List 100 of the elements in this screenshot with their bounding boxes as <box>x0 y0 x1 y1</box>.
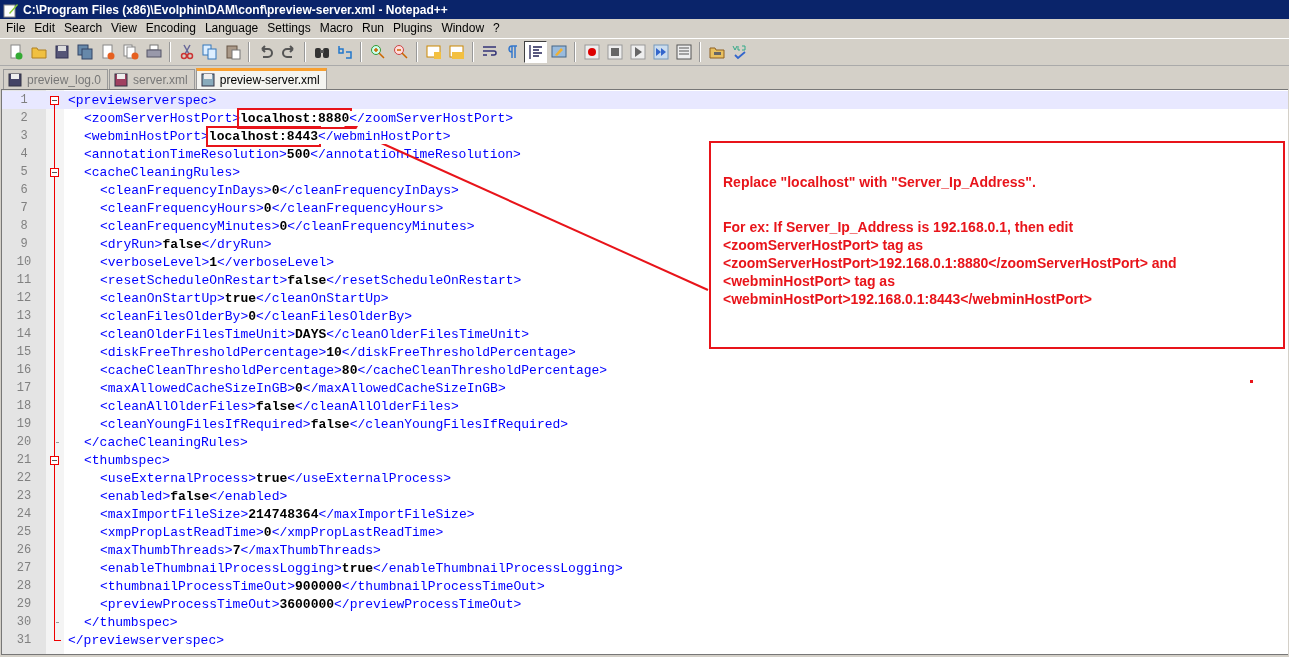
line-number: 15 <box>15 344 33 361</box>
xml-close-tag: </cleanOlderFilesTimeUnit> <box>326 326 530 342</box>
grid-icon <box>675 44 692 60</box>
xml-close-tag: </cleanAllOlderFiles> <box>295 398 459 414</box>
xml-close-tag: </thumbspec> <box>84 614 178 630</box>
xml-value: 0 <box>248 308 257 324</box>
fold-end-tick <box>56 442 59 443</box>
xml-value: 0 <box>263 524 272 540</box>
xml-close-tag: </cleanYoungFilesIfRequired> <box>349 416 569 432</box>
record-icon <box>583 44 600 60</box>
xml-open-tag: <maxImportFileSize> <box>100 506 249 522</box>
xml-close-tag: </cacheCleanThresholdPercentage> <box>357 362 608 378</box>
xml-value: DAYS <box>295 326 327 342</box>
line-number: 21 <box>15 452 33 469</box>
copy-icon <box>201 44 218 60</box>
xml-open-tag: <cacheCleanThresholdPercentage> <box>100 362 342 378</box>
line-number: 4 <box>19 146 29 163</box>
xml-close-tag: </enableThumbnailProcessLogging> <box>373 560 623 576</box>
xml-close-tag: </previewserverspec> <box>68 632 225 648</box>
menu-item[interactable]: Edit <box>30 21 61 35</box>
xml-open-tag: <maxAllowedCacheSizeInGB> <box>100 380 296 396</box>
line-number: 28 <box>15 578 33 595</box>
menu-item[interactable]: Settings <box>263 21 316 35</box>
menu-item[interactable]: Macro <box>315 21 358 35</box>
menu-item[interactable]: Language <box>200 21 264 35</box>
line-number: 11 <box>15 272 33 289</box>
menu-item[interactable]: ? <box>489 21 505 35</box>
line-number: 16 <box>15 362 33 379</box>
xml-open-tag: <cleanFilesOlderBy> <box>100 308 249 324</box>
xml-value: 900000 <box>295 578 342 594</box>
close-files-icon <box>122 44 139 60</box>
xml-value: false <box>256 398 296 414</box>
notepad-icon <box>3 1 19 18</box>
new-file-icon <box>7 44 24 60</box>
clipboard-icon <box>224 44 241 60</box>
fold-toggle-icon[interactable] <box>50 168 59 177</box>
folder-icon <box>708 44 725 60</box>
file-tab[interactable]: preview-server.xml <box>195 68 327 89</box>
line-number: 12 <box>15 290 33 307</box>
play-icon <box>629 44 646 60</box>
xml-open-tag: <thumbspec> <box>84 452 170 468</box>
xml-close-tag: </diskFreeThresholdPercentage> <box>341 344 576 360</box>
annotation-text: <zoomServerHostPort> tag as <box>723 236 923 254</box>
window-title: C:\Program Files (x86)\Evolphin\DAM\conf\preview-server.xml - Notepad++ <box>23 2 448 17</box>
xml-value: localhost:8880 <box>240 110 350 126</box>
xml-close-tag: </cacheCleaningRules> <box>84 434 248 450</box>
xml-close-tag: </maxAllowedCacheSizeInGB> <box>302 380 506 396</box>
menu-item[interactable]: View <box>107 21 142 35</box>
xml-open-tag: <cacheCleaningRules> <box>84 164 241 180</box>
line-number: 29 <box>15 596 33 613</box>
xml-close-tag: </useExternalProcess> <box>287 470 452 486</box>
xml-close-tag: </cleanFrequencyInDays> <box>279 182 459 198</box>
line-number: 24 <box>15 506 33 523</box>
annotation-text: For ex: If Server_Ip_Address is 192.168.0.1, then edit <box>723 218 1074 236</box>
xml-value: localhost:8443 <box>208 128 319 144</box>
xml-value: 0 <box>295 380 303 396</box>
xml-close-tag: </zoomServerHostPort> <box>349 110 514 126</box>
menu-item[interactable]: Run <box>358 21 389 35</box>
redo-icon <box>280 44 297 60</box>
line-number: 17 <box>15 380 33 397</box>
menu-item[interactable]: Search <box>60 21 108 35</box>
fold-toggle-icon[interactable] <box>50 456 59 465</box>
xml-open-tag: <enableThumbnailProcessLogging> <box>100 560 342 576</box>
windows-icon <box>425 44 442 60</box>
line-number: 20 <box>15 434 33 451</box>
xml-value: 0 <box>263 200 272 216</box>
line-number: 22 <box>15 470 33 487</box>
line-number: 19 <box>15 416 33 433</box>
xml-open-tag: <annotationTimeResolution> <box>84 146 287 162</box>
menu-item[interactable]: File <box>2 21 31 35</box>
zoom-in-icon <box>369 44 386 60</box>
replace-icon <box>336 44 353 60</box>
xml-value: 80 <box>341 362 358 378</box>
xml-value: true <box>341 560 374 576</box>
xml-open-tag: <useExternalProcess> <box>100 470 257 486</box>
xml-value: 3600000 <box>279 596 335 612</box>
fold-toggle-icon[interactable] <box>50 96 59 105</box>
xml-value: true <box>256 470 288 486</box>
folder-icon <box>30 44 47 60</box>
menu-item[interactable]: Plugins <box>389 21 438 35</box>
xml-open-tag: <cleanYoungFilesIfRequired> <box>100 416 311 432</box>
line-number: 8 <box>19 218 29 235</box>
menu-item[interactable]: Encoding <box>141 21 201 35</box>
windows-icon <box>448 44 465 60</box>
xml-open-tag: <resetScheduleOnRestart> <box>100 272 288 288</box>
xml-open-tag: <thumbnailProcessTimeOut> <box>100 578 296 594</box>
menu-item[interactable]: Window <box>437 21 490 35</box>
line-number: 26 <box>15 542 33 559</box>
line-number: 1 <box>19 92 29 109</box>
dot-mark <box>1250 380 1253 383</box>
line-number: 25 <box>15 524 33 541</box>
xml-close-tag: </xmpPropLastReadTime> <box>271 524 444 540</box>
xml-value: false <box>287 272 327 288</box>
xml-value: 0 <box>279 218 288 234</box>
indent-guide-button[interactable] <box>524 41 547 63</box>
xml-open-tag: <diskFreeThresholdPercentage> <box>100 344 327 360</box>
scissors-icon <box>178 44 195 60</box>
xml-value: 10 <box>326 344 342 360</box>
xml-value: 7 <box>232 542 241 558</box>
line-number: 14 <box>15 326 33 343</box>
